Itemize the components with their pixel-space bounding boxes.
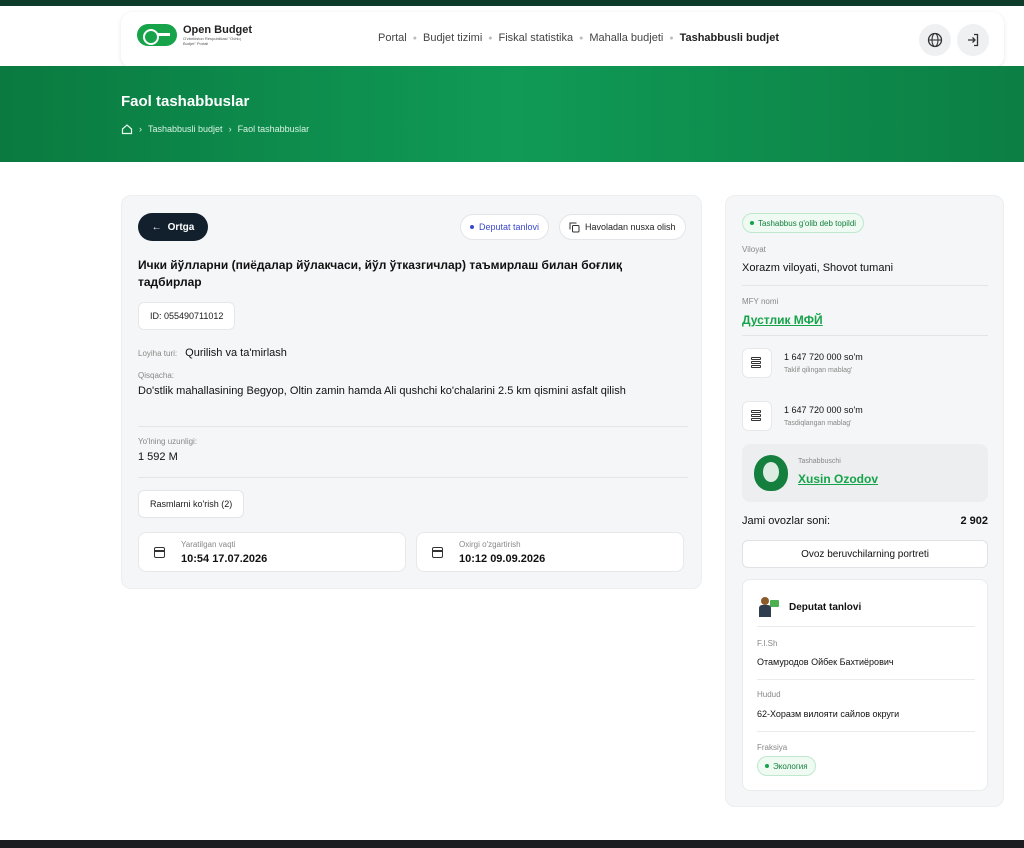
back-button[interactable]: ← Ortga bbox=[138, 213, 208, 241]
dot-icon bbox=[470, 225, 474, 229]
divider bbox=[757, 626, 975, 627]
coins-icon bbox=[742, 401, 772, 431]
login-button[interactable] bbox=[957, 24, 989, 56]
initiator-box: Tashabbuschi Xusin Ozodov bbox=[742, 444, 988, 502]
approved-amount: 1 647 720 000 so'm Tasdiqlangan mablag' bbox=[742, 399, 988, 439]
votes-label: Jami ovozlar soni: bbox=[742, 515, 831, 527]
arrow-left-icon: ← bbox=[151, 221, 162, 233]
project-type-value: Qurilish va ta'mirlash bbox=[185, 347, 287, 359]
initiator-label: Tashabbuschi bbox=[798, 458, 841, 465]
project-title: Ички йўлларни (пиёдалар йўлакчаси, йўл ў… bbox=[138, 258, 622, 289]
created-value: 10:54 17.07.2026 bbox=[181, 553, 268, 565]
hudud-value: 62-Хоразм вилояти сайлов округи bbox=[757, 709, 900, 719]
hudud-label: Hudud bbox=[757, 690, 781, 699]
project-type-label: Loyiha turi: bbox=[138, 349, 178, 358]
deputat-tag: Deputat tanlovi bbox=[460, 214, 550, 240]
voters-portrait-button[interactable]: Ovoz beruvchilarning portreti bbox=[742, 540, 988, 568]
globe-icon bbox=[927, 32, 943, 48]
logo-icon bbox=[137, 24, 177, 46]
breadcrumb: › Tashabbusli budjet › Faol tashabbuslar bbox=[121, 123, 309, 135]
fraksiya-label: Fraksiya bbox=[757, 743, 788, 752]
nav-item-budjet-tizimi[interactable]: Budjet tizimi bbox=[423, 32, 482, 44]
copy-icon bbox=[569, 222, 580, 232]
divider bbox=[138, 477, 688, 478]
logo-subtitle: O'zbekiston Respublikasi "Ochiq Budjet" … bbox=[183, 36, 241, 46]
avatar bbox=[754, 455, 788, 491]
bottom-strip bbox=[0, 840, 1024, 848]
divider bbox=[757, 731, 975, 732]
divider bbox=[742, 335, 988, 336]
speaker-icon bbox=[757, 596, 779, 618]
created-date: Yaratilgan vaqti 10:54 17.07.2026 bbox=[138, 532, 406, 572]
breadcrumb-item-current: Faol tashabbuslar bbox=[237, 124, 310, 134]
nav-item-portal[interactable]: Portal bbox=[378, 32, 407, 44]
hero-banner: Faol tashabbuslar › Tashabbusli budjet ›… bbox=[0, 66, 1024, 162]
nav-separator-icon: ● bbox=[488, 34, 493, 42]
total-votes: Jami ovozlar soni: 2 902 bbox=[742, 515, 988, 527]
road-length-label: Yo'lning uzunligi: bbox=[138, 437, 198, 446]
view-photos-button[interactable]: Rasmlarni ko'rish (2) bbox=[138, 490, 245, 518]
modified-value: 10:12 09.09.2026 bbox=[459, 553, 546, 565]
calendar-icon bbox=[154, 547, 165, 558]
chevron-right-icon: › bbox=[228, 124, 232, 134]
language-button[interactable] bbox=[919, 24, 951, 56]
status-badge: Tashabbus g'olib deb topildi bbox=[742, 213, 865, 233]
project-id: ID: 055490711012 bbox=[138, 302, 236, 330]
top-bar: Open Budget O'zbekiston Respublikasi "Oc… bbox=[0, 6, 1024, 68]
coins-icon bbox=[742, 348, 772, 378]
fish-label: F.I.Sh bbox=[757, 639, 778, 648]
mfy-link[interactable]: Дустлик МФЙ bbox=[742, 313, 823, 327]
proposed-amount-value: 1 647 720 000 so'm bbox=[784, 352, 863, 362]
modified-label: Oxirgi o'zgartirish bbox=[459, 540, 521, 549]
mfy-label: MFY nomi bbox=[742, 297, 779, 306]
road-length: Yo'lning uzunligi: 1 592 M bbox=[138, 437, 688, 466]
project-details-card: ← Ortga Deputat tanlovi Havoladan nusxa … bbox=[121, 195, 702, 589]
chevron-right-icon: › bbox=[139, 124, 142, 134]
nav-item-mahalla-budjeti[interactable]: Mahalla budjeti bbox=[589, 32, 663, 44]
modified-date: Oxirgi o'zgartirish 10:12 09.09.2026 bbox=[416, 532, 684, 572]
nav-separator-icon: ● bbox=[669, 34, 674, 42]
summary-value: Do'stlik mahallasining Begyop, Oltin zam… bbox=[138, 385, 626, 397]
initiator-name-link[interactable]: Xusin Ozodov bbox=[798, 472, 878, 486]
calendar-icon bbox=[432, 547, 443, 558]
divider bbox=[742, 285, 988, 286]
region-value: Xorazm viloyati, Shovot tumani bbox=[742, 262, 894, 274]
navigation-card: Open Budget O'zbekiston Respublikasi "Oc… bbox=[121, 12, 1004, 68]
created-label: Yaratilgan vaqti bbox=[181, 540, 236, 549]
summary-label: Qisqacha: bbox=[138, 371, 175, 380]
project-summary: Qisqacha: Do'stlik mahallasining Begyop,… bbox=[138, 371, 688, 400]
divider bbox=[757, 679, 975, 680]
page-title: Faol tashabbuslar bbox=[121, 93, 250, 110]
proposed-amount: 1 647 720 000 so'm Taklif qilingan mabla… bbox=[742, 346, 988, 386]
copy-link-button[interactable]: Havoladan nusxa olish bbox=[559, 214, 686, 240]
deputat-heading: Deputat tanlovi bbox=[757, 596, 861, 618]
nav-separator-icon: ● bbox=[579, 34, 584, 42]
divider bbox=[138, 426, 688, 427]
dot-icon bbox=[765, 764, 769, 768]
logo[interactable]: Open Budget O'zbekiston Respublikasi "Oc… bbox=[137, 24, 253, 46]
main-nav: Portal ● Budjet tizimi ● Fiskal statisti… bbox=[378, 32, 779, 44]
nav-item-tashabbusli-budjet[interactable]: Tashabbusli budjet bbox=[680, 32, 779, 44]
project-sidebar-card: Tashabbus g'olib deb topildi Viloyat Xor… bbox=[725, 195, 1004, 807]
fish-value: Отамуродов Ойбек Бахтиёрович bbox=[757, 657, 894, 667]
nav-item-fiskal-statistika[interactable]: Fiskal statistika bbox=[499, 32, 574, 44]
votes-count: 2 902 bbox=[960, 515, 988, 527]
dot-icon bbox=[750, 221, 754, 225]
road-length-value: 1 592 M bbox=[138, 451, 178, 463]
fraksiya-badge: Экология bbox=[757, 756, 816, 776]
nav-separator-icon: ● bbox=[412, 34, 417, 42]
deputat-card: Deputat tanlovi F.I.Sh Отамуродов Ойбек … bbox=[742, 579, 988, 791]
region-label: Viloyat bbox=[742, 245, 766, 254]
logo-title: Open Budget bbox=[183, 24, 253, 36]
breadcrumb-item[interactable]: Tashabbusli budjet bbox=[148, 124, 223, 134]
project-type: Loyiha turi: Qurilish va ta'mirlash bbox=[138, 347, 287, 359]
approved-amount-label: Tasdiqlangan mablag' bbox=[784, 420, 852, 427]
approved-amount-value: 1 647 720 000 so'm bbox=[784, 405, 863, 415]
logout-icon bbox=[968, 33, 979, 47]
proposed-amount-label: Taklif qilingan mablag' bbox=[784, 367, 853, 374]
home-icon[interactable] bbox=[121, 123, 133, 135]
